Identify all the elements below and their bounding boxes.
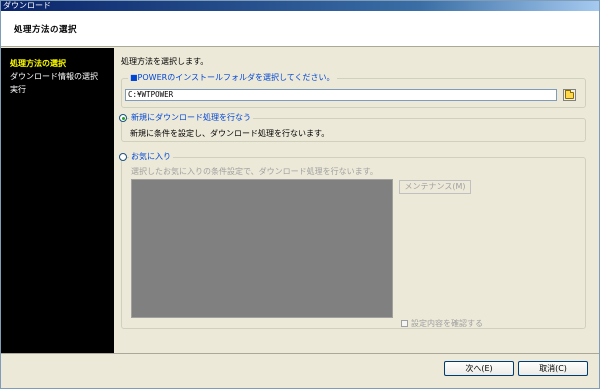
sidebar-item-download-info: ダウンロード情報の選択 [10, 72, 98, 81]
favorites-group: お気に入り 選択したお気に入りの条件設定で、ダウンロード処理を行ないます。 メン… [119, 152, 586, 329]
install-folder-legend: ■POWERのインストールフォルダを選択してください。 [128, 73, 337, 83]
wizard-header: 処理方法の選択 [1, 11, 599, 47]
browse-folder-button[interactable] [563, 89, 576, 101]
folder-icon [565, 89, 574, 99]
sidebar-item-method: 処理方法の選択 [10, 59, 66, 68]
favorites-list[interactable] [131, 179, 393, 318]
favorites-radio[interactable] [119, 153, 127, 161]
sidebar-item-execute: 実行 [10, 85, 26, 94]
step-sidebar: 処理方法の選択 ダウンロード情報の選択 実行 [1, 48, 114, 353]
wizard-footer: 次へ(E) 取消(C) [1, 354, 599, 389]
install-folder-group: ■POWERのインストールフォルダを選択してください。 C:¥WTPOWER [121, 73, 586, 108]
window-title: ダウンロード [3, 1, 51, 10]
new-download-description: 新規に条件を設定し、ダウンロード処理を行ないます。 [130, 129, 330, 138]
favorites-description: 選択したお気に入りの条件設定で、ダウンロード処理を行ないます。 [131, 167, 378, 176]
title-bar: ダウンロード [0, 0, 600, 11]
checkbox-box[interactable] [401, 320, 408, 327]
confirm-settings-label: 設定内容を確認する [411, 319, 483, 328]
new-download-label[interactable]: 新規にダウンロード処理を行なう [129, 113, 253, 123]
favorites-label[interactable]: お気に入り [129, 152, 173, 162]
main-content: 処理方法を選択します。 ■POWERのインストールフォルダを選択してください。 … [114, 48, 599, 353]
instruction-text: 処理方法を選択します。 [121, 57, 209, 66]
next-button[interactable]: 次へ(E) [444, 361, 514, 376]
new-download-radio[interactable] [119, 114, 127, 122]
cancel-button[interactable]: 取消(C) [518, 361, 588, 376]
confirm-settings-checkbox[interactable]: 設定内容を確認する [401, 318, 483, 329]
page-title: 処理方法の選択 [14, 25, 78, 35]
install-folder-input[interactable]: C:¥WTPOWER [125, 89, 557, 101]
new-download-group: 新規にダウンロード処理を行なう 新規に条件を設定し、ダウンロード処理を行ないます… [119, 113, 586, 142]
maintenance-button[interactable]: メンテナンス(M) [399, 180, 471, 194]
